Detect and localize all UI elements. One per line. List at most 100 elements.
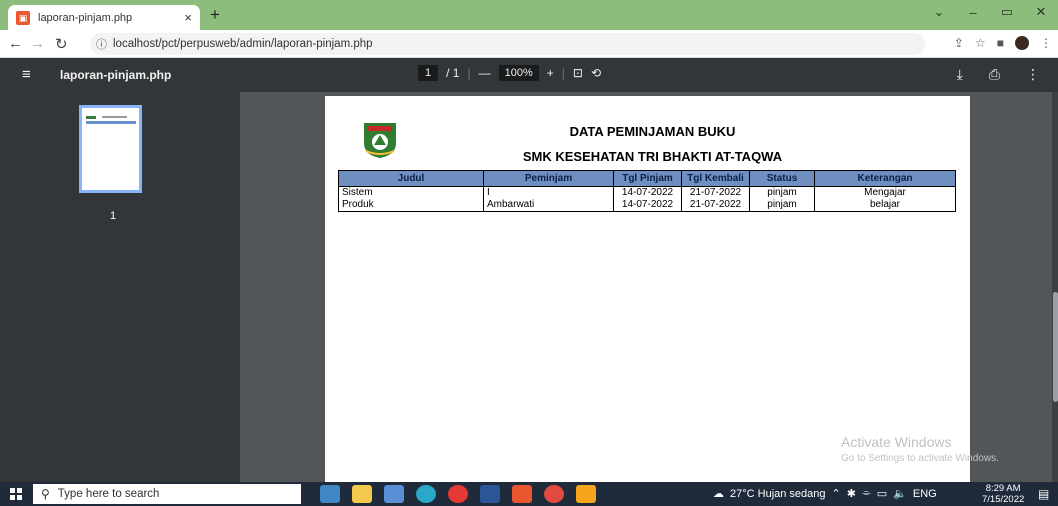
cell-peminjam: I <box>483 186 614 199</box>
maximize-button[interactable]: ▭ <box>990 4 1024 20</box>
watermark-subtitle: Go to Settings to activate Windows. <box>841 453 999 464</box>
address-bar: ← → ↻ ⓘ localhost/pct/perpusweb/admin/la… <box>0 30 1058 58</box>
cell-keterangan: belajar <box>814 199 956 212</box>
xampp-icon[interactable] <box>512 485 532 503</box>
column-header: Tgl Pinjam <box>613 170 682 187</box>
activate-windows-watermark: Activate Windows Go to Settings to activ… <box>841 434 999 464</box>
scrollbar-thumb[interactable] <box>1053 292 1058 402</box>
side-panel-icon[interactable]: ■ <box>997 36 1004 50</box>
toolbar-divider: | <box>561 66 565 80</box>
tab-title: laporan-pinjam.php <box>38 11 133 24</box>
minimize-button[interactable]: – <box>956 5 990 20</box>
watermark-title: Activate Windows <box>841 434 952 450</box>
search-icon: ⚲ <box>41 487 50 501</box>
pdf-file-title: laporan-pinjam.php <box>60 68 172 82</box>
reload-icon[interactable]: ↻ <box>55 35 68 53</box>
address-bar-actions: ⇪ ☆ ■ ⋮ <box>954 36 1052 50</box>
weather-text[interactable]: 27°C Hujan sedang <box>730 488 826 500</box>
zoom-in-button[interactable]: + <box>547 66 554 80</box>
site-info-icon[interactable]: ⓘ <box>96 36 107 52</box>
pdf-page: DATA PEMINJAMAN BUKU SMK KESEHATAN TRI B… <box>325 96 970 482</box>
windows-taskbar: ⚲ Type here to search ☁ 27°C Hujan sedan… <box>0 482 1058 506</box>
print-icon[interactable]: ⎙ <box>989 66 1000 83</box>
browser-tab-bar: ▣ laporan-pinjam.php × + ⌄ – ▭ ✕ <box>0 0 1058 30</box>
column-header: Judul <box>338 170 484 187</box>
taskbar-search-box[interactable]: ⚲ Type here to search <box>33 484 301 504</box>
cell-peminjam: Ambarwati <box>483 199 614 212</box>
thumbnail-logo <box>86 116 96 119</box>
word-icon[interactable] <box>480 485 500 503</box>
cell-status: pinjam <box>749 199 815 212</box>
system-tray: ☁ 27°C Hujan sedang ⌃ ✱ ⌯ ▭ 🔈 ENG <box>713 487 937 500</box>
window-controls: ⌄ – ▭ ✕ <box>922 0 1058 24</box>
new-tab-button[interactable]: + <box>210 6 220 24</box>
notification-icon[interactable]: ▤ <box>1038 487 1049 501</box>
table-row: Sistem I 14-07-2022 21-07-2022 pinjam Me… <box>338 186 956 199</box>
back-arrow-icon[interactable]: ← <box>8 35 23 52</box>
app-icon[interactable] <box>576 485 596 503</box>
viewer-scrollbar[interactable] <box>1052 92 1058 482</box>
tab-search-chevron-icon[interactable]: ⌄ <box>922 4 956 20</box>
volume-icon[interactable]: 🔈 <box>893 487 907 500</box>
url-text[interactable]: localhost/pct/perpusweb/admin/laporan-pi… <box>113 38 373 50</box>
taskbar-apps <box>320 485 596 503</box>
clock-date: 7/15/2022 <box>982 494 1025 505</box>
cell-tgl-kembali: 21-07-2022 <box>681 186 750 199</box>
url-field[interactable]: ⓘ localhost/pct/perpusweb/admin/laporan-… <box>90 33 925 55</box>
taskbar-clock[interactable]: 8:29 AM 7/15/2022 <box>982 483 1024 505</box>
page-total: / 1 <box>446 66 460 80</box>
bluetooth-icon[interactable]: ✱ <box>847 487 856 500</box>
browser-menu-icon[interactable]: ⋮ <box>1040 36 1052 50</box>
page-thumbnail[interactable] <box>79 105 142 193</box>
pdf-toolbar: ≡ laporan-pinjam.php 1 / 1 | — 100% + | … <box>0 58 1058 92</box>
cell-keterangan: Mengajar <box>814 186 956 199</box>
tab-close-button[interactable]: × <box>184 10 192 25</box>
edge-icon[interactable] <box>416 485 436 503</box>
close-window-button[interactable]: ✕ <box>1024 4 1058 20</box>
browser-tab[interactable]: ▣ laporan-pinjam.php × <box>8 5 200 30</box>
cell-tgl-pinjam: 14-07-2022 <box>613 199 682 212</box>
search-placeholder: Type here to search <box>57 488 160 500</box>
display-icon[interactable]: ▭ <box>877 487 887 500</box>
page-number-input[interactable]: 1 <box>418 65 439 81</box>
store-icon[interactable] <box>384 485 404 503</box>
rotate-icon[interactable]: ⟲ <box>591 66 601 80</box>
tray-chevron-icon[interactable]: ⌃ <box>832 487 841 500</box>
download-icon[interactable]: ⤓ <box>957 66 963 83</box>
cell-judul: Produk <box>338 199 484 212</box>
thumbnail-table <box>86 121 136 124</box>
column-header: Tgl Kembali <box>681 170 750 187</box>
windows-start-icon[interactable] <box>10 488 22 500</box>
thumbnail-page-number: 1 <box>110 210 117 222</box>
cell-tgl-kembali: 21-07-2022 <box>681 199 750 212</box>
table-row: Produk Ambarwati 14-07-2022 21-07-2022 p… <box>338 199 956 212</box>
pdf-actions: ⤓ ⎙ ⋮ <box>957 66 1040 83</box>
thumbnail-title <box>102 116 127 118</box>
cell-status: pinjam <box>749 186 815 199</box>
toolbar-divider: | <box>467 66 471 80</box>
opera-icon[interactable] <box>448 485 468 503</box>
report-title: DATA PEMINJAMAN BUKU <box>569 124 736 139</box>
chrome-icon[interactable] <box>544 485 564 503</box>
zoom-out-button[interactable]: — <box>479 66 491 80</box>
cell-judul: Sistem <box>338 186 484 199</box>
zoom-level-input[interactable]: 100% <box>498 65 539 81</box>
language-indicator[interactable]: ENG <box>913 488 937 500</box>
pdf-more-icon[interactable]: ⋮ <box>1026 66 1040 83</box>
weather-icon[interactable]: ☁ <box>713 487 724 500</box>
report-subtitle: SMK KESEHATAN TRI BHAKTI AT-TAQWA <box>522 149 783 164</box>
column-header: Peminjam <box>483 170 614 187</box>
hamburger-menu-icon[interactable]: ≡ <box>22 66 31 83</box>
network-icon[interactable]: ⌯ <box>862 487 871 500</box>
file-explorer-icon[interactable] <box>352 485 372 503</box>
cell-tgl-pinjam: 14-07-2022 <box>613 186 682 199</box>
pdf-favicon-icon: ▣ <box>16 10 30 25</box>
forward-arrow-icon[interactable]: → <box>30 35 45 52</box>
profile-avatar[interactable] <box>1015 36 1029 50</box>
fit-page-icon[interactable]: ⊡ <box>573 66 583 80</box>
table-header-row: Judul Peminjam Tgl Pinjam Tgl Kembali St… <box>338 170 956 187</box>
bookmark-star-icon[interactable]: ☆ <box>975 36 986 50</box>
task-view-icon[interactable] <box>320 485 340 503</box>
loan-table: Judul Peminjam Tgl Pinjam Tgl Kembali St… <box>338 170 956 212</box>
share-icon[interactable]: ⇪ <box>954 36 964 50</box>
